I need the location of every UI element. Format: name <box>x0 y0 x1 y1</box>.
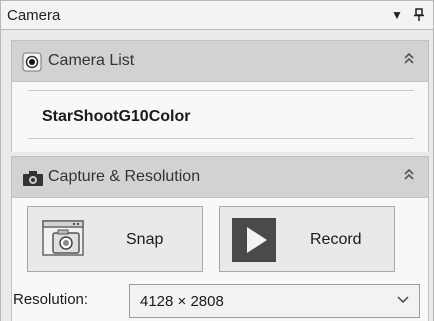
capture-resolution-title: Capture & Resolution <box>48 168 201 185</box>
radio-camera-icon <box>22 52 42 72</box>
camera-list-title: Camera List <box>48 52 135 69</box>
double-chevron-up-icon[interactable] <box>400 51 418 71</box>
pin-icon[interactable] <box>411 7 427 23</box>
play-icon <box>230 216 278 264</box>
camera-list-item[interactable]: StarShootG10Color <box>42 108 190 126</box>
snap-label: Snap <box>126 231 164 248</box>
triangle-down-icon[interactable]: ▼ <box>389 7 405 23</box>
camera-list-header[interactable]: Camera List <box>11 40 429 82</box>
divider <box>28 90 414 91</box>
divider <box>28 138 414 139</box>
snapshot-window-icon <box>40 216 88 264</box>
capture-resolution-header[interactable]: Capture & Resolution <box>11 156 429 198</box>
double-chevron-up-icon[interactable] <box>400 167 418 187</box>
snap-button[interactable]: Snap <box>27 206 203 272</box>
record-label: Record <box>310 231 362 248</box>
record-button[interactable]: Record <box>219 206 395 272</box>
camera-list-body: StarShootG10Color <box>11 82 429 152</box>
panel-title: Camera <box>7 6 61 24</box>
resolution-label: Resolution: <box>13 291 89 308</box>
resolution-select[interactable]: 4128 × 2808 <box>129 284 420 318</box>
camera-icon <box>22 168 43 188</box>
panel-body: Camera List StarShootG10Color Capture & … <box>0 30 434 321</box>
resolution-value: 4128 × 2808 <box>140 293 224 310</box>
chevron-down-icon[interactable] <box>397 294 409 308</box>
panel-titlebar: Camera ▼ <box>0 0 434 30</box>
